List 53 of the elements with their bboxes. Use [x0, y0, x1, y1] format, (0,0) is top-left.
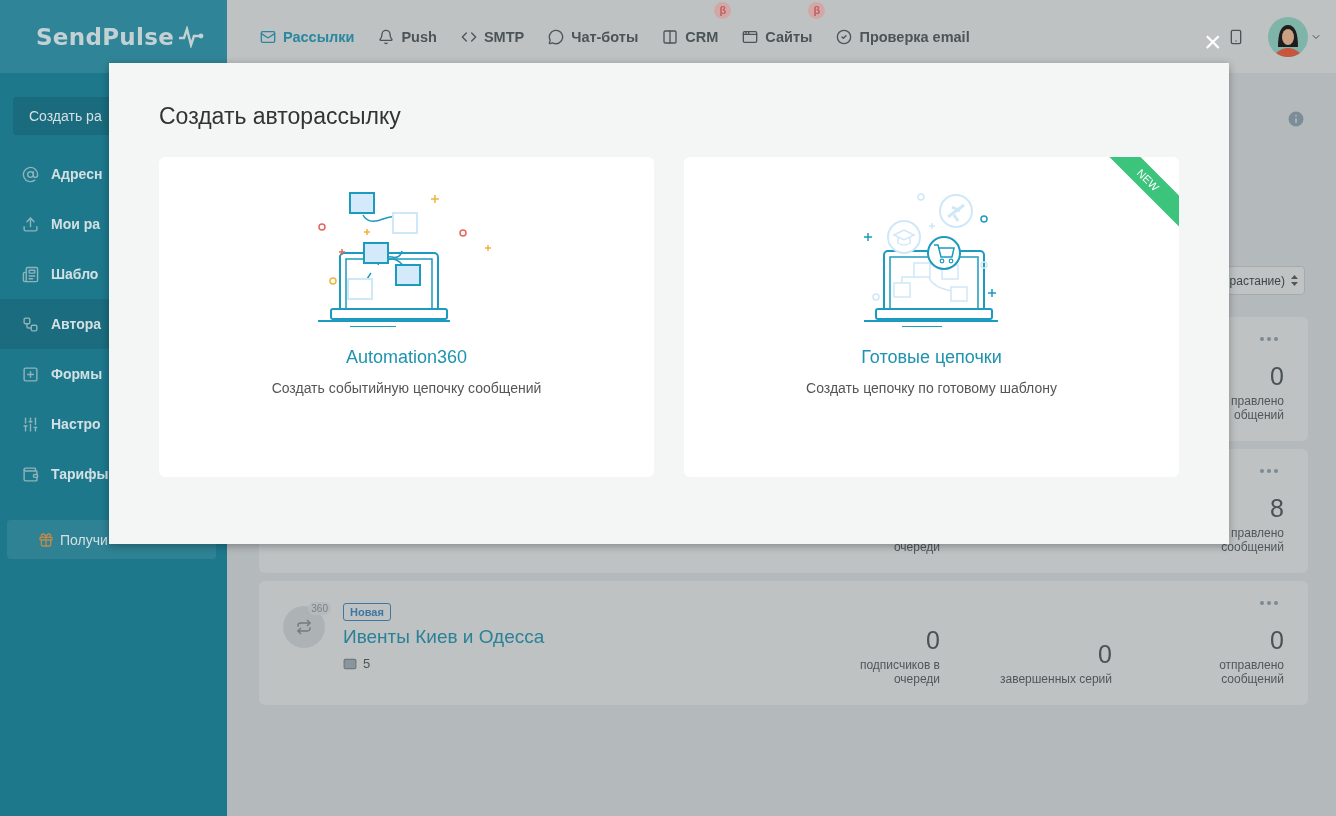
sort-arrows-icon: [1291, 275, 1298, 286]
email-count: 5: [363, 656, 371, 671]
nav-tab[interactable]: Чат-боты: [548, 28, 639, 45]
sidebar-icon: [22, 215, 39, 233]
nav-tab[interactable]: Push: [378, 28, 437, 45]
nav-icon: [662, 28, 679, 45]
campaign-card[interactable]: 360 Новая Ивенты Киев и Одесса 5 0 подписчиков в очереди 0 завершенных серий 0 отправлено сообщений: [259, 581, 1308, 705]
beta-badge: β: [808, 1, 826, 19]
create-campaign-button[interactable]: Создать ра: [13, 97, 109, 135]
option-card[interactable]: Automation360 Создать событийную цепочку сообщений: [159, 157, 654, 477]
phone-icon[interactable]: [1228, 28, 1244, 45]
option-description: Создать цепочку по готовому шаблону: [806, 380, 1057, 396]
stat-value: 0: [1270, 626, 1284, 656]
option-description: Создать событийную цепочку сообщений: [271, 380, 542, 396]
more-icon[interactable]: [1260, 601, 1278, 605]
beta-badge: β: [714, 1, 732, 19]
dialog-title: Создать авторассылку: [159, 103, 402, 130]
stat-label: правлено сообщений: [1221, 527, 1284, 555]
more-icon[interactable]: [1260, 337, 1278, 341]
sidebar-icon: [22, 465, 39, 483]
sidebar-icon: [22, 415, 39, 433]
nav-icon: [378, 28, 395, 45]
info-icon[interactable]: [1286, 109, 1306, 129]
stat-label: отправлено сообщений: [1219, 659, 1284, 687]
stat-value: 0: [1270, 362, 1284, 392]
pulse-icon: [178, 25, 205, 48]
stat-label: правлено общений: [1231, 395, 1284, 423]
nav-tab[interactable]: Проверка email: [836, 28, 970, 45]
campaign-title[interactable]: Ивенты Киев и Одесса: [343, 626, 545, 648]
stat-value: 0: [1098, 640, 1112, 670]
nav-icon: [260, 28, 276, 45]
nav-tab[interactable]: Рассылки: [260, 28, 355, 45]
stat-label: подписчиков в очереди: [859, 659, 940, 687]
nav-tab[interactable]: SMTP: [460, 28, 525, 45]
more-icon[interactable]: [1260, 469, 1278, 473]
option-title: Готовые цепочки: [861, 347, 1002, 368]
sidebar-icon: [22, 165, 39, 183]
option-title: Automation360: [345, 347, 468, 368]
nav-icon: [742, 28, 759, 45]
stat-label: завершенных серий: [999, 673, 1112, 687]
sidebar-icon: [22, 265, 39, 283]
stat-value: 0: [926, 626, 940, 656]
sidebar-icon: [22, 315, 39, 333]
gift-icon: [38, 531, 54, 548]
stat-value: 8: [1270, 494, 1284, 524]
repeat-icon: [296, 619, 312, 635]
nav-icon: [548, 28, 565, 45]
nav-icon: [836, 28, 853, 45]
avatar[interactable]: [1268, 16, 1308, 57]
status-badge: Новая: [343, 603, 391, 621]
automation-badge: 360: [308, 602, 331, 615]
sidebar-icon: [22, 365, 39, 383]
stat-label: очереди: [893, 541, 940, 555]
